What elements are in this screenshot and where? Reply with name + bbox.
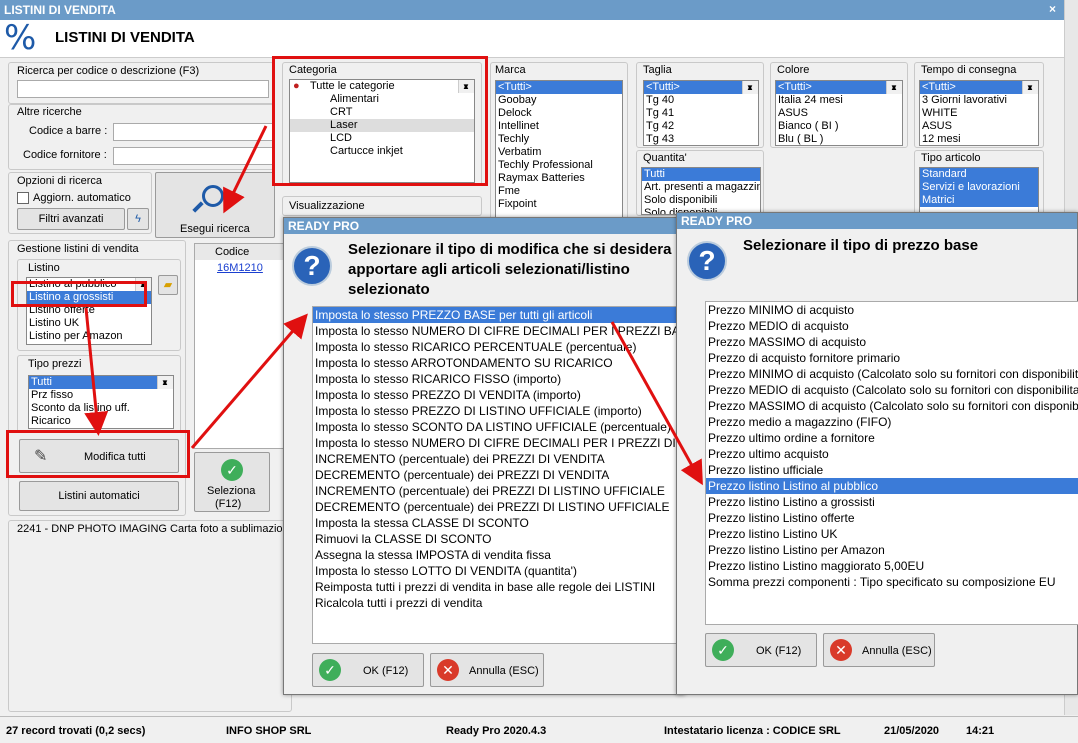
status-bar: 27 record trovati (0,2 secs) INFO SHOP S… xyxy=(0,716,1078,743)
arrow xyxy=(223,125,268,214)
status-time: 14:21 xyxy=(966,725,995,737)
status-date: 21/05/2020 xyxy=(884,725,940,737)
status-records: 27 record trovati (0,2 secs) xyxy=(6,725,146,737)
arrow xyxy=(84,307,109,436)
status-company: INFO SHOP SRL xyxy=(226,725,312,737)
arrow xyxy=(190,313,308,449)
status-license: Intestatario licenza : CODICE SRL xyxy=(664,725,841,737)
annotation-arrows xyxy=(84,125,703,486)
status-version: Ready Pro 2020.4.3 xyxy=(446,725,547,737)
arrow xyxy=(610,321,703,486)
